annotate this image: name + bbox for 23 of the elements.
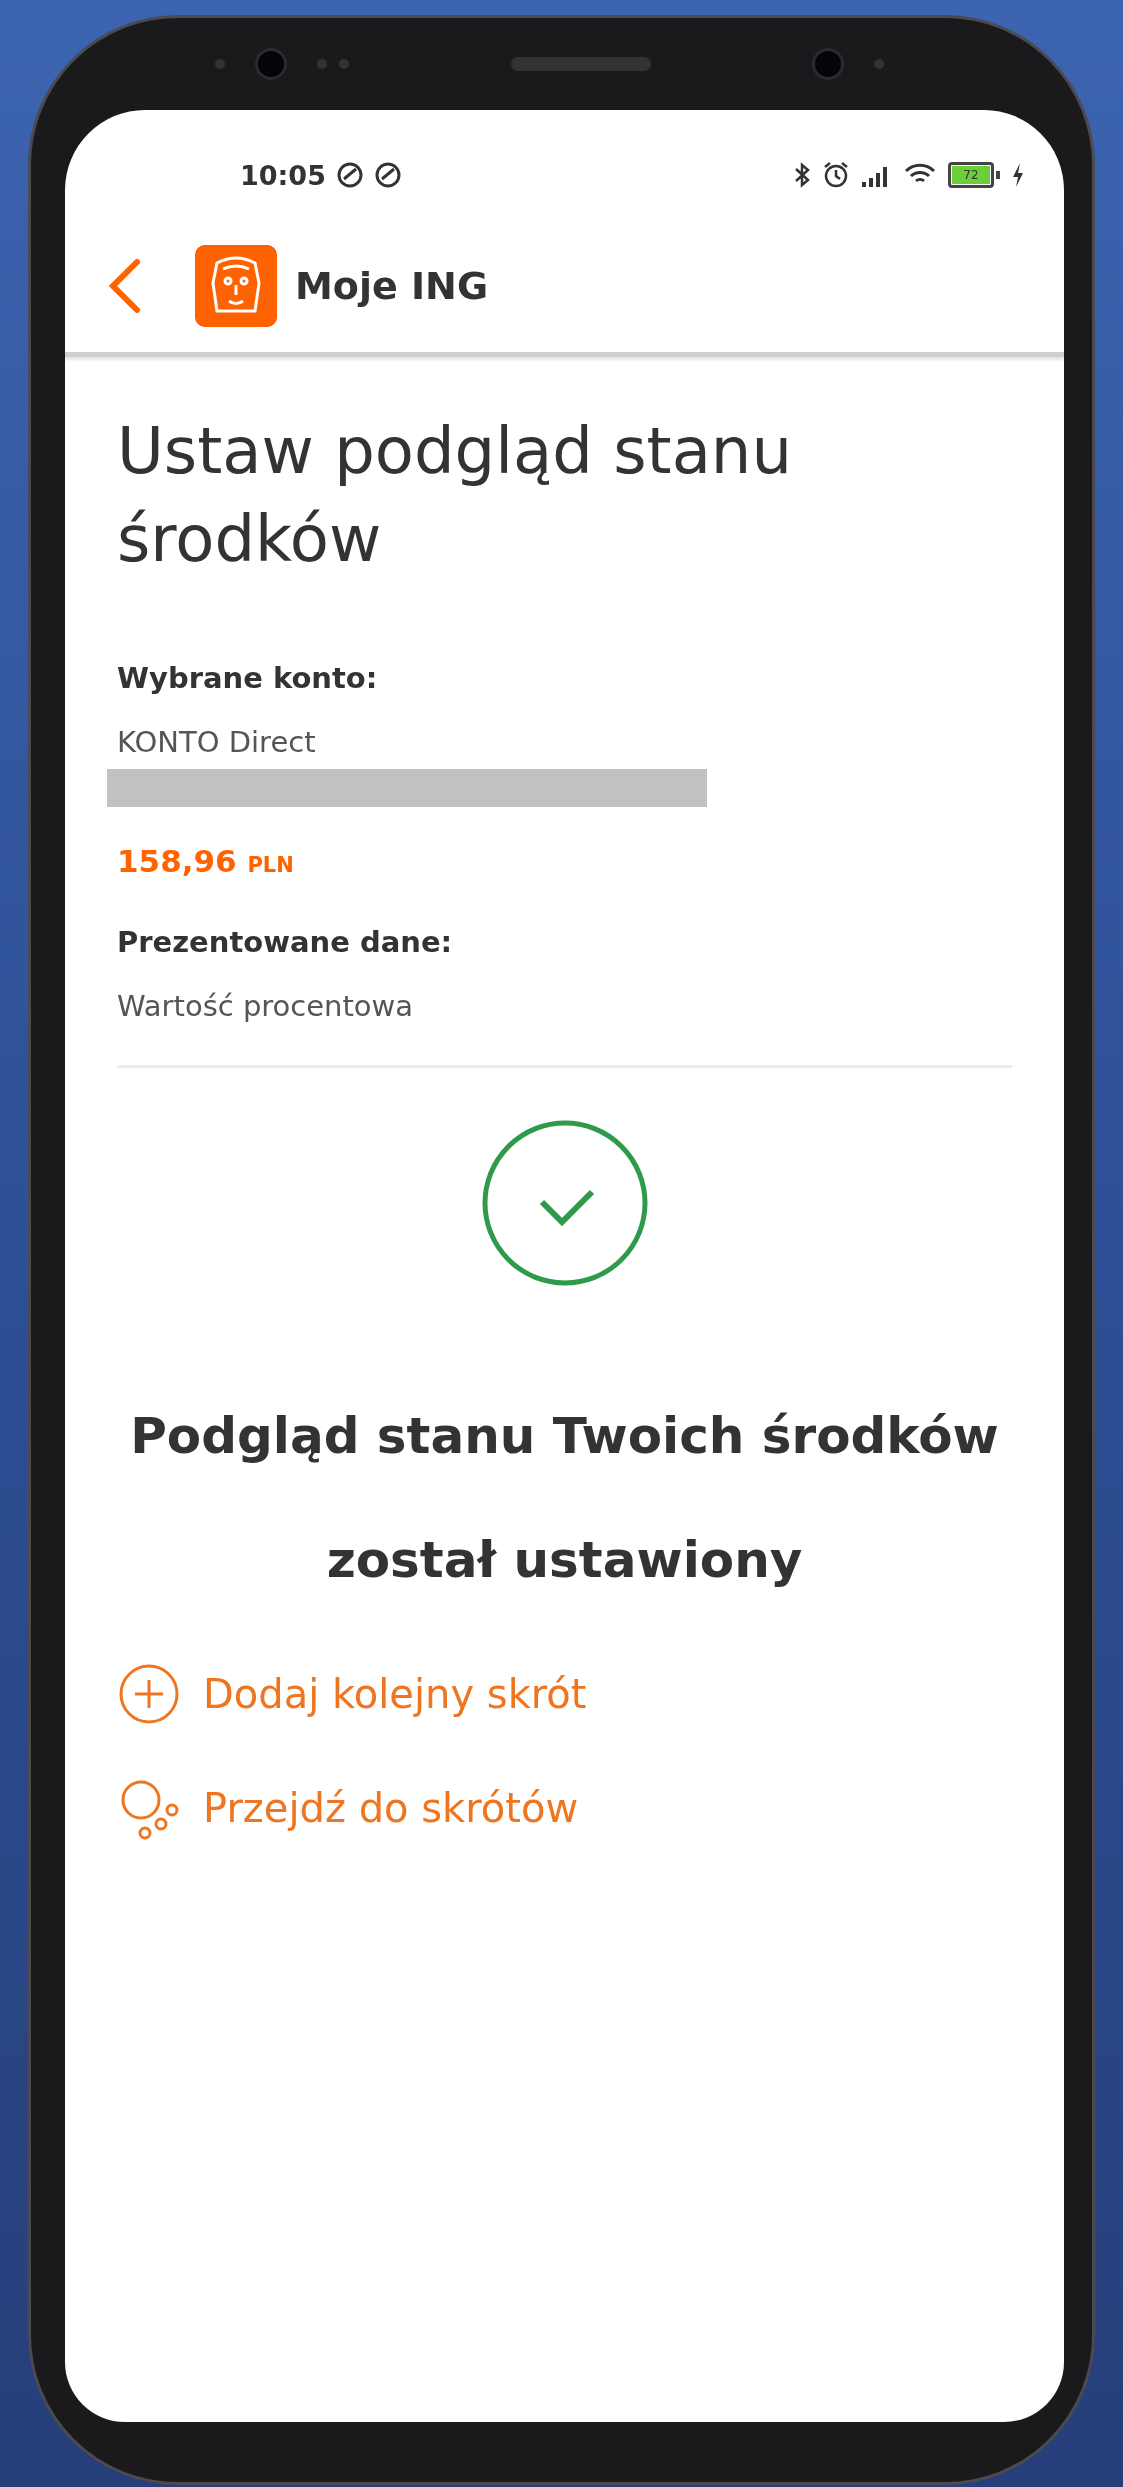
status-time: 10:05 <box>240 159 326 191</box>
shortcuts-link[interactable]: Przejdź do skrótów <box>117 1776 579 1840</box>
sensor-dot <box>874 59 884 69</box>
add-shortcut-link[interactable]: Dodaj kolejny skrót <box>117 1662 587 1726</box>
sensor-dot <box>339 59 349 69</box>
field-value: Wartość procentowa <box>117 989 415 1023</box>
bluetooth-icon <box>794 162 810 188</box>
sensor-dot <box>317 59 327 69</box>
field-label: Prezentowane dane: <box>117 925 454 959</box>
camera-icon <box>255 48 287 80</box>
camera-icon <box>812 48 844 80</box>
notification-icon <box>373 161 402 189</box>
page-title: Ustaw podgląd stanu środków <box>117 413 793 578</box>
account-balance: 158,96 PLN <box>117 843 295 879</box>
field-label: Wybrane konto: <box>117 661 379 695</box>
notification-icon <box>335 161 364 189</box>
alarm-icon <box>822 161 850 189</box>
sensor-dot <box>215 59 225 69</box>
success-message: Podgląd stanu Twoich środków został ustawiony <box>129 1406 1000 1591</box>
app-title: Moje ING <box>295 264 489 308</box>
charging-icon <box>1012 163 1024 187</box>
account-name: KONTO Direct <box>117 725 317 759</box>
plus-circle-icon <box>117 1662 181 1726</box>
